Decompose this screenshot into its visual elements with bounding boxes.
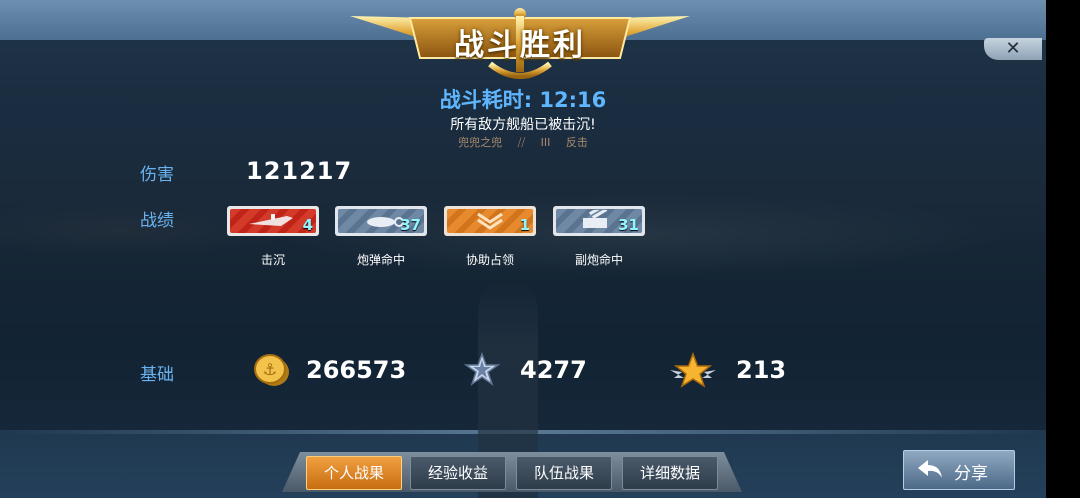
medal-label-secondary-gun: 副炮命中 [574, 253, 623, 267]
base-label: 基础 [140, 365, 174, 385]
ship-tier: III [540, 136, 551, 149]
capture-assist-icon [477, 212, 503, 230]
medal-sink[interactable]: 4 [227, 206, 319, 236]
medal-count: 31 [618, 216, 639, 234]
battle-result-text: 所有敌方舰船已被击沉! [450, 117, 596, 133]
medal-shell-hit[interactable]: 37 [335, 206, 427, 236]
experience-value: 4277 [520, 356, 587, 384]
medal-label-capture: 协助占领 [465, 253, 514, 267]
damage-label: 伤害 [140, 165, 174, 185]
record-label: 战绩 [140, 211, 174, 231]
tab-experience[interactable]: 经验收益 [410, 456, 506, 490]
medal-capture[interactable]: 1 [444, 206, 536, 236]
share-label: 分享 [954, 464, 988, 484]
share-arrow-icon [918, 460, 942, 478]
secondary-gun-icon [583, 210, 608, 228]
shell-hit-icon [367, 217, 404, 227]
coin-value: 266573 [306, 356, 407, 384]
medal-label-shell-hit: 炮弹命中 [356, 253, 405, 267]
player-info: 兜兜之兜 ⧸⧸ III 反击 [0, 134, 1046, 150]
damage-value: 121217 [246, 157, 353, 185]
medal-secondary-gun[interactable]: 31 [553, 206, 645, 236]
ship-name: 反击 [565, 136, 588, 149]
gold-coin-icon: ⚓ [254, 354, 289, 386]
battle-duration: 战斗耗时: 12:16 [439, 88, 607, 112]
sink-ship-icon [249, 214, 293, 226]
tab-team[interactable]: 队伍战果 [516, 456, 612, 490]
svg-text:⚓: ⚓ [263, 360, 277, 379]
gold-star-value: 213 [736, 356, 787, 384]
screen-edge [1046, 0, 1080, 498]
gold-star-icon [670, 352, 716, 388]
medal-count: 37 [400, 216, 421, 234]
result-tabs: 个人战果 经验收益 队伍战果 详细数据 [282, 452, 742, 492]
victory-title: 战斗胜利 [454, 28, 586, 63]
victory-emblem: 战斗胜利 [350, 6, 690, 86]
share-button[interactable]: 分享 [903, 450, 1015, 490]
player-name: 兜兜之兜 [458, 136, 503, 149]
medal-count: 1 [519, 216, 530, 234]
close-icon[interactable]: ✕ [1005, 38, 1020, 59]
medal-label-sink: 击沉 [260, 253, 285, 267]
ship-class-icon: ⧸⧸ [517, 136, 526, 149]
medal-count: 4 [302, 216, 313, 234]
close-button[interactable]: ✕ [984, 38, 1042, 60]
tab-details[interactable]: 详细数据 [622, 456, 718, 490]
tab-personal[interactable]: 个人战果 [306, 456, 402, 490]
silver-star-icon [464, 352, 500, 386]
